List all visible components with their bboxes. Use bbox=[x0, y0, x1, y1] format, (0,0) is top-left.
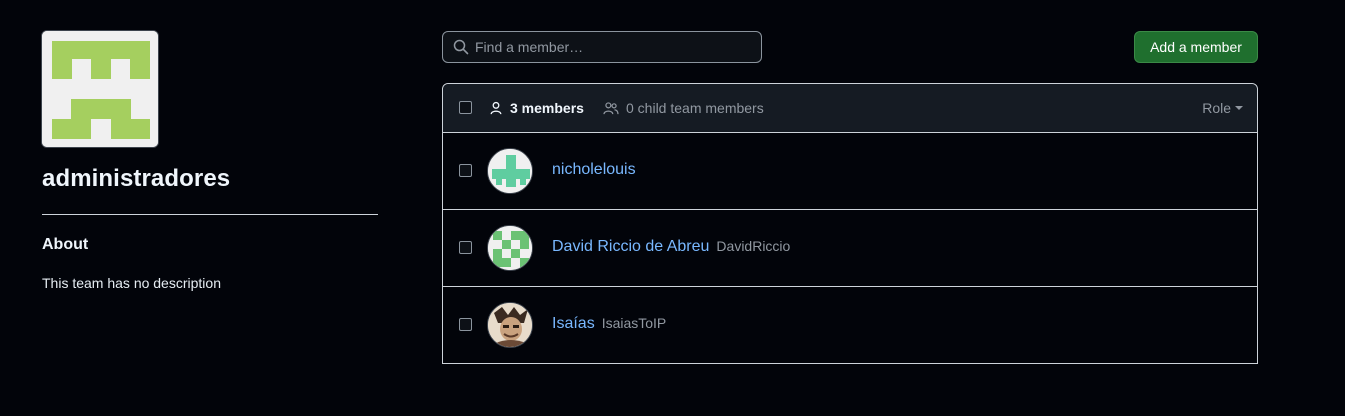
about-text: This team has no description bbox=[42, 275, 221, 291]
divider bbox=[42, 214, 378, 215]
search-icon bbox=[453, 39, 469, 55]
person-icon bbox=[490, 101, 502, 115]
member-checkbox[interactable] bbox=[459, 318, 472, 331]
people-icon bbox=[603, 102, 619, 115]
member-row: David Riccio de Abreu DavidRiccio bbox=[443, 210, 1257, 287]
add-member-button[interactable]: Add a member bbox=[1134, 31, 1258, 63]
member-name-link[interactable]: nicholelouis bbox=[552, 161, 636, 179]
table-header: 3 members 0 child team members Role bbox=[443, 84, 1257, 133]
member-checkbox[interactable] bbox=[459, 241, 472, 254]
member-row: nicholelouis bbox=[443, 133, 1257, 210]
about-heading: About bbox=[42, 236, 89, 253]
members-count-label: 3 members bbox=[510, 100, 584, 116]
team-name: administradores bbox=[42, 165, 231, 192]
member-checkbox[interactable] bbox=[459, 164, 472, 177]
role-filter-dropdown[interactable]: Role bbox=[1202, 100, 1243, 116]
member-avatar[interactable] bbox=[487, 225, 533, 271]
search-input[interactable] bbox=[475, 39, 745, 55]
member-name: nicholelouis bbox=[552, 161, 643, 179]
member-search[interactable] bbox=[442, 31, 762, 63]
child-members-label: 0 child team members bbox=[626, 100, 764, 116]
select-all-checkbox[interactable] bbox=[459, 101, 472, 114]
members-table: 3 members 0 child team members Role nich… bbox=[442, 83, 1258, 364]
member-row: Isaías IsaiasToIP bbox=[443, 287, 1257, 364]
role-filter-label: Role bbox=[1202, 100, 1231, 116]
member-name: David Riccio de Abreu DavidRiccio bbox=[552, 238, 790, 256]
members-tab[interactable]: 3 members bbox=[489, 100, 584, 116]
member-avatar[interactable] bbox=[487, 148, 533, 194]
child-members-tab[interactable]: 0 child team members bbox=[603, 100, 764, 116]
member-login: IsaiasToIP bbox=[601, 315, 667, 331]
member-login: DavidRiccio bbox=[716, 238, 791, 254]
member-name: Isaías IsaiasToIP bbox=[552, 315, 666, 333]
member-avatar[interactable] bbox=[487, 302, 533, 348]
member-name-link[interactable]: Isaías bbox=[552, 315, 595, 333]
member-name-link[interactable]: David Riccio de Abreu bbox=[552, 238, 709, 256]
team-avatar bbox=[41, 30, 159, 148]
caret-down-icon bbox=[1235, 106, 1243, 110]
